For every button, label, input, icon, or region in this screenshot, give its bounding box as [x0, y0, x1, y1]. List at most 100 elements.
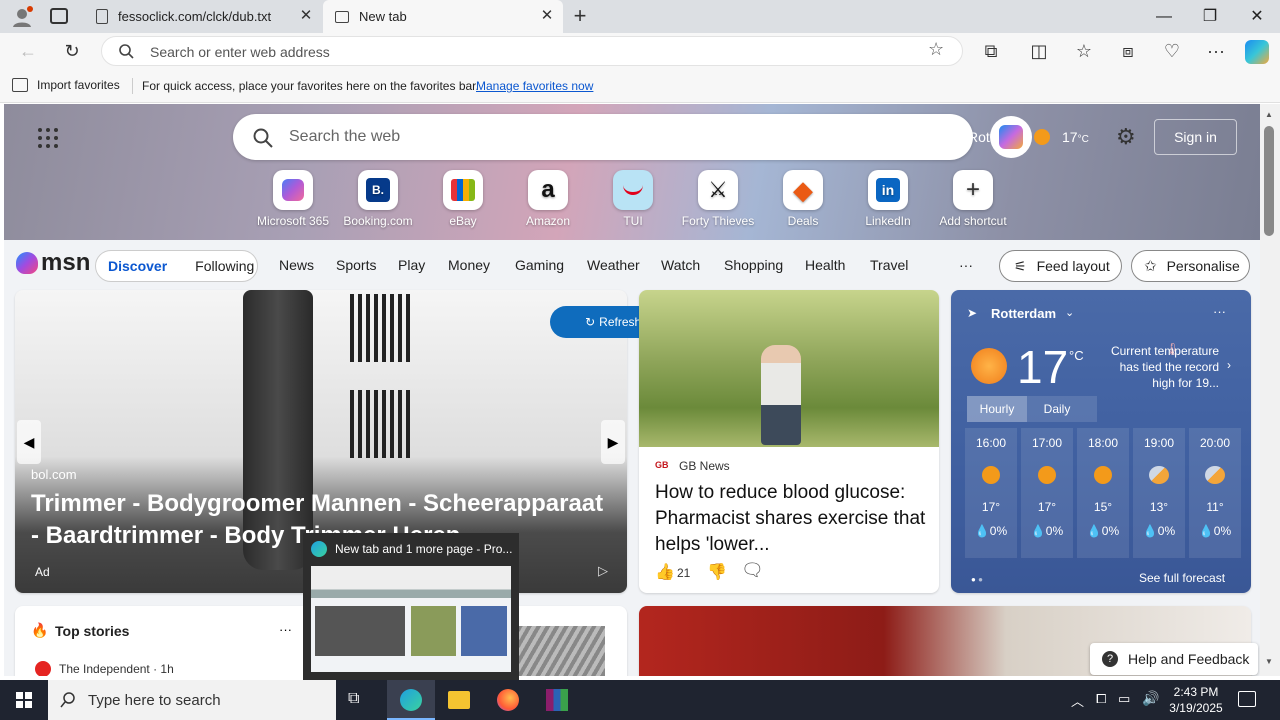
carousel-next-button[interactable]: ▶ [601, 420, 625, 464]
like-count: 21 [677, 566, 691, 580]
address-bar[interactable]: Search or enter web address ☆ [101, 36, 963, 66]
edge-taskbar-button[interactable] [387, 680, 435, 720]
ad-source: bol.com [31, 467, 77, 482]
collections-icon[interactable]: ⧈ [1114, 37, 1142, 65]
ebay-icon [443, 170, 483, 210]
tab-hourly[interactable]: Hourly [967, 396, 1027, 422]
file-explorer-icon[interactable] [448, 691, 470, 709]
tab-daily[interactable]: Daily [1027, 396, 1087, 422]
manage-favorites-link[interactable]: Manage favorites now [476, 79, 593, 93]
sign-in-button[interactable]: Sign in [1154, 119, 1237, 155]
start-button[interactable] [0, 680, 48, 720]
extensions-icon[interactable]: ⧉ [977, 37, 1005, 65]
like-icon[interactable]: 👍 [655, 562, 675, 582]
clock[interactable]: 2:43 PM 3/19/2025 [1166, 684, 1226, 716]
tab-fessoclick[interactable]: fessoclick.com/clck/dub.txt ✕ [84, 0, 322, 33]
tab-discover[interactable]: Discover [108, 258, 167, 274]
shortcut-microsoft-365[interactable]: Microsoft 365 [250, 170, 336, 228]
scroll-up-arrow[interactable]: ▲ [1265, 110, 1273, 119]
shortcut-linkedin[interactable]: in LinkedIn [845, 170, 931, 228]
new-tab-button[interactable]: + [568, 4, 592, 28]
shortcut-forty-thieves[interactable]: ⚔ Forty Thieves [675, 170, 761, 228]
shortcut-deals[interactable]: ◆ Deals [760, 170, 846, 228]
profile-icon[interactable] [10, 5, 34, 29]
task-view-icon[interactable]: ⧉ [348, 690, 370, 710]
tab-following[interactable]: Following [195, 258, 254, 274]
nav-more-button[interactable]: ··· [959, 257, 973, 273]
moon-cloud-icon [1205, 466, 1225, 484]
msn-logo[interactable]: msn [16, 249, 90, 277]
web-search-box[interactable]: Search the web [233, 114, 973, 160]
nav-watch[interactable]: Watch [661, 257, 700, 273]
carousel-prev-button[interactable]: ◀ [17, 420, 41, 464]
taskbar-preview[interactable]: New tab and 1 more page - Pro... [303, 533, 519, 680]
nav-play[interactable]: Play [398, 257, 425, 273]
favorite-star-icon[interactable]: ☆ [928, 39, 944, 60]
shortcut-tui[interactable]: TUI [590, 170, 676, 228]
vertical-scrollbar[interactable]: ▲ ▼ [1260, 104, 1280, 676]
nav-shopping[interactable]: Shopping [724, 257, 783, 273]
ad-choices-icon[interactable]: ▷ [598, 563, 608, 579]
comment-icon[interactable]: 🗨 [741, 560, 764, 581]
deals-icon: ◆ [783, 170, 823, 210]
news-title[interactable]: How to reduce blood glucose: Pharmacist … [655, 480, 927, 558]
close-window-button[interactable]: ✕ [1234, 0, 1280, 33]
ethernet-icon[interactable]: ▭ [1118, 691, 1130, 707]
split-screen-icon[interactable]: ◫ [1025, 37, 1053, 65]
network-icon[interactable]: ⧠ [1096, 691, 1106, 707]
nav-health[interactable]: Health [805, 257, 845, 273]
notifications-icon[interactable] [1238, 691, 1256, 707]
import-icon [12, 78, 28, 92]
shortcut-amazon[interactable]: a Amazon [505, 170, 591, 228]
nav-sports[interactable]: Sports [336, 257, 376, 273]
dislike-icon[interactable]: 👎 [707, 562, 727, 582]
back-icon[interactable]: ← [14, 37, 42, 65]
taskbar-search-box[interactable]: Type here to search [48, 680, 336, 720]
header-temperature: 17°C [1062, 129, 1089, 145]
import-favorites-button[interactable]: Import favorites [12, 78, 120, 92]
nav-money[interactable]: Money [448, 257, 490, 273]
weather-more-icon[interactable]: ··· [1213, 304, 1226, 319]
favorites-icon[interactable]: ☆ [1070, 37, 1098, 65]
import-favorites-label: Import favorites [37, 78, 120, 92]
browser-essentials-icon[interactable]: ♡ [1158, 37, 1186, 65]
tui-icon [613, 170, 653, 210]
page-settings-gear-icon[interactable]: ⚙ [1116, 126, 1136, 148]
preview-title: New tab and 1 more page - Pro... [335, 542, 513, 556]
shortcut-ebay[interactable]: eBay [420, 170, 506, 228]
tab-new-tab[interactable]: New tab ✕ [323, 0, 563, 33]
firefox-icon[interactable] [497, 689, 519, 711]
nav-travel[interactable]: Travel [870, 257, 908, 273]
feed-layout-button[interactable]: ⚟ Feed layout [999, 250, 1122, 282]
weather-card[interactable]: ➤ Rotterdam ⌄ ··· 17 °C 🌡 Current temper… [951, 290, 1251, 593]
nav-gaming[interactable]: Gaming [515, 257, 564, 273]
help-feedback-button[interactable]: ? Help and Feedback [1090, 643, 1258, 675]
volume-icon[interactable]: 🔊 [1142, 690, 1159, 707]
apps-grid-icon[interactable] [38, 128, 58, 148]
see-full-forecast-link[interactable]: See full forecast [1139, 571, 1225, 585]
news-card[interactable]: GB GB News How to reduce blood glucose: … [639, 290, 939, 593]
copilot-icon[interactable] [1245, 40, 1269, 64]
nav-news[interactable]: News [279, 257, 314, 273]
settings-more-icon[interactable]: ··· [1202, 37, 1230, 65]
chevron-down-icon[interactable]: ⌄ [1065, 306, 1074, 319]
close-tab-icon[interactable]: ✕ [539, 8, 555, 24]
personalise-button[interactable]: ✩ Personalise [1131, 250, 1250, 282]
minimize-button[interactable]: — [1141, 0, 1187, 33]
close-tab-icon[interactable]: ✕ [298, 8, 314, 24]
tray-chevron-icon[interactable]: ︿ [1071, 691, 1084, 710]
refresh-icon[interactable]: ↻ [58, 37, 86, 65]
weather-note[interactable]: Current temperature has tied the record … [1099, 343, 1219, 391]
scroll-thumb[interactable] [1264, 126, 1274, 236]
shortcut-booking[interactable]: B. Booking.com [335, 170, 421, 228]
top-stories-more-icon[interactable]: ··· [279, 622, 292, 637]
nav-weather[interactable]: Weather [587, 257, 640, 273]
chevron-right-icon[interactable]: › [1227, 358, 1231, 372]
restore-button[interactable]: ❐ [1187, 0, 1233, 33]
shortcut-add[interactable]: + Add shortcut [930, 170, 1016, 228]
tab-actions-icon[interactable] [50, 8, 68, 24]
scroll-down-arrow[interactable]: ▼ [1265, 657, 1273, 666]
weather-city[interactable]: Rotterdam [991, 306, 1056, 321]
copilot-button[interactable] [990, 116, 1032, 158]
winrar-icon[interactable] [546, 689, 568, 711]
